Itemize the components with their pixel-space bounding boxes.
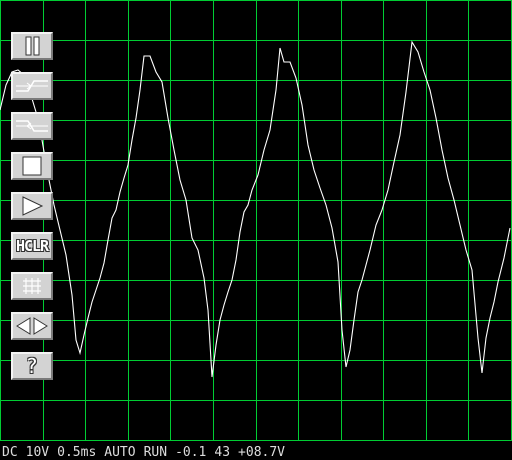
run-button[interactable] <box>11 192 53 220</box>
hold-clear-button[interactable]: HCLR <box>11 232 53 260</box>
play-icon <box>22 196 44 216</box>
volts-per-div: 10V <box>25 445 50 460</box>
time-per-div: 0.5ms <box>57 445 97 460</box>
horizontal-zoom-button[interactable] <box>11 312 53 340</box>
falling-edge-icon <box>16 120 48 132</box>
status-bar: DC 10V 0.5ms AUTO RUN -0.1 43 +08.7V <box>2 446 293 460</box>
hclr-icon: HCLR <box>15 237 49 255</box>
trigger-level: -0.1 <box>175 445 207 460</box>
pause-icon <box>25 36 40 56</box>
grid-lines <box>0 0 512 441</box>
grid-icon <box>23 278 41 294</box>
grid-toggle-button[interactable] <box>11 272 53 300</box>
rising-edge-icon <box>16 80 48 92</box>
trigger-rising-button[interactable] <box>11 72 53 100</box>
signal-trace <box>0 40 511 378</box>
oscilloscope-display <box>0 0 512 441</box>
pause-button[interactable] <box>11 32 53 60</box>
trigger-falling-button[interactable] <box>11 112 53 140</box>
help-button[interactable]: ? <box>11 352 53 380</box>
stop-icon <box>22 156 42 176</box>
coupling-mode: DC <box>2 445 18 460</box>
voltage-readout: +08.7V <box>238 445 286 460</box>
left-right-arrows-icon <box>16 317 48 335</box>
run-state: RUN <box>143 445 168 460</box>
stop-button[interactable] <box>11 152 53 180</box>
trigger-mode: AUTO <box>104 445 136 460</box>
question-icon: ? <box>26 354 38 378</box>
frequency-readout: 43 <box>214 445 231 460</box>
